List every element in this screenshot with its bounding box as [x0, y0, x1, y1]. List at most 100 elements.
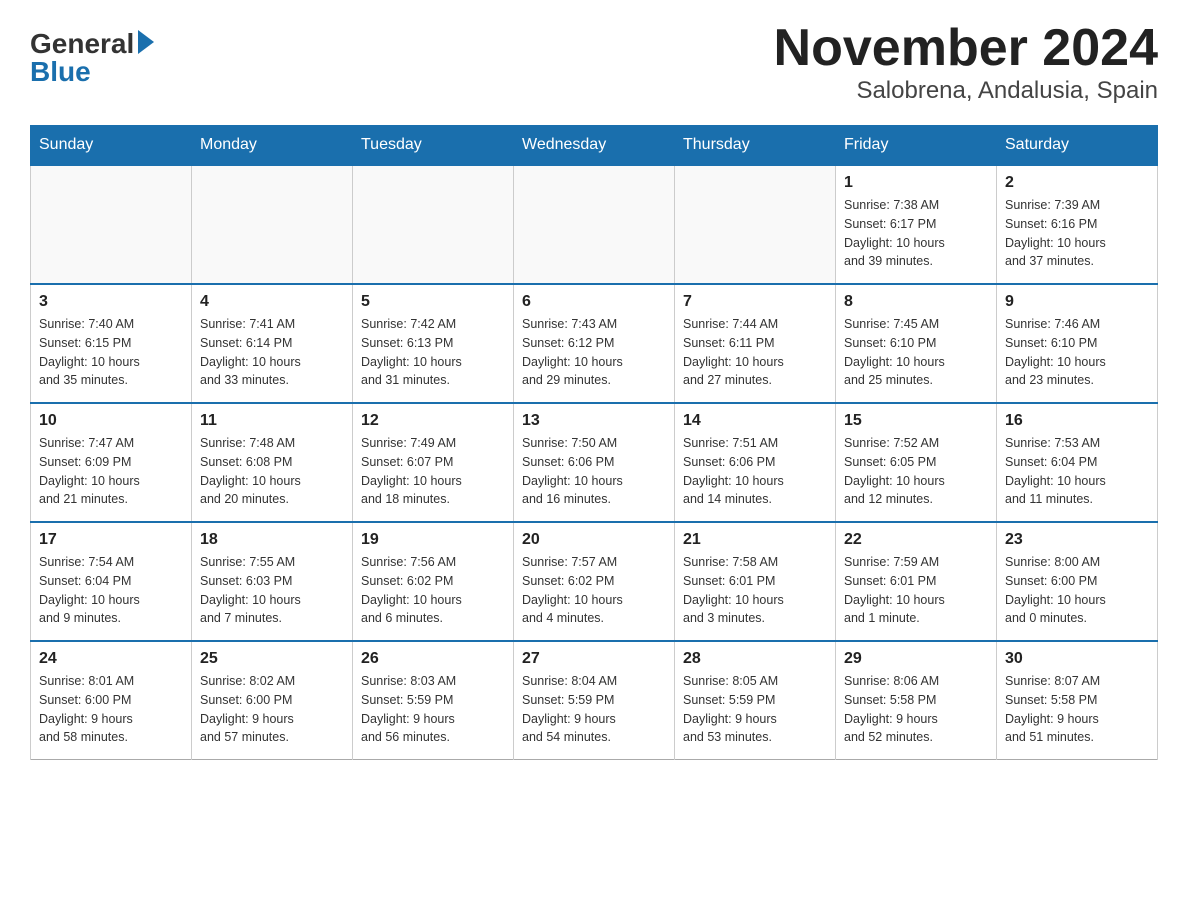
day-info: Sunrise: 7:53 AM Sunset: 6:04 PM Dayligh… — [1005, 434, 1149, 509]
calendar-cell: 18 Sunrise: 7:55 AM Sunset: 6:03 PM Dayli… — [192, 522, 353, 641]
day-info: Sunrise: 8:00 AM Sunset: 6:00 PM Dayligh… — [1005, 553, 1149, 628]
calendar-cell — [353, 165, 514, 284]
day-number: 30 — [1005, 650, 1149, 668]
day-number: 11 — [200, 412, 344, 430]
logo: General Blue — [30, 30, 154, 86]
weekday-header-sunday: Sunday — [31, 126, 192, 166]
day-number: 6 — [522, 293, 666, 311]
calendar-cell: 11 Sunrise: 7:48 AM Sunset: 6:08 PM Dayli… — [192, 403, 353, 522]
day-info: Sunrise: 8:06 AM Sunset: 5:58 PM Dayligh… — [844, 672, 988, 747]
calendar-cell: 29 Sunrise: 8:06 AM Sunset: 5:58 PM Dayli… — [836, 641, 997, 760]
logo-arrow-icon — [138, 30, 154, 54]
calendar-cell: 8 Sunrise: 7:45 AM Sunset: 6:10 PM Daylig… — [836, 284, 997, 403]
weekday-header-friday: Friday — [836, 126, 997, 166]
day-number: 15 — [844, 412, 988, 430]
calendar-cell: 9Sunrise: 7:46 AM Sunset: 6:10 PM Daylig… — [997, 284, 1158, 403]
day-number: 20 — [522, 531, 666, 549]
weekday-header-row: SundayMondayTuesdayWednesdayThursdayFrid… — [31, 126, 1158, 166]
day-number: 23 — [1005, 531, 1149, 549]
day-number: 7 — [683, 293, 827, 311]
calendar-week-row: 1 Sunrise: 7:38 AM Sunset: 6:17 PM Daylig… — [31, 165, 1158, 284]
day-number: 17 — [39, 531, 183, 549]
page-header: General Blue November 2024 Salobrena, An… — [30, 20, 1158, 105]
calendar-cell: 6 Sunrise: 7:43 AM Sunset: 6:12 PM Daylig… — [514, 284, 675, 403]
day-info: Sunrise: 7:50 AM Sunset: 6:06 PM Dayligh… — [522, 434, 666, 509]
day-info: Sunrise: 7:44 AM Sunset: 6:11 PM Dayligh… — [683, 315, 827, 390]
day-number: 19 — [361, 531, 505, 549]
day-number: 4 — [200, 293, 344, 311]
day-info: Sunrise: 8:03 AM Sunset: 5:59 PM Dayligh… — [361, 672, 505, 747]
day-number: 10 — [39, 412, 183, 430]
weekday-header-wednesday: Wednesday — [514, 126, 675, 166]
calendar-subtitle: Salobrena, Andalusia, Spain — [774, 77, 1158, 105]
calendar-cell: 28Sunrise: 8:05 AM Sunset: 5:59 PM Dayli… — [675, 641, 836, 760]
day-number: 5 — [361, 293, 505, 311]
calendar-week-row: 10 Sunrise: 7:47 AM Sunset: 6:09 PM Dayli… — [31, 403, 1158, 522]
calendar-cell — [514, 165, 675, 284]
day-info: Sunrise: 7:47 AM Sunset: 6:09 PM Dayligh… — [39, 434, 183, 509]
weekday-header-saturday: Saturday — [997, 126, 1158, 166]
day-number: 18 — [200, 531, 344, 549]
calendar-cell: 1 Sunrise: 7:38 AM Sunset: 6:17 PM Daylig… — [836, 165, 997, 284]
day-number: 25 — [200, 650, 344, 668]
weekday-header-tuesday: Tuesday — [353, 126, 514, 166]
day-info: Sunrise: 7:54 AM Sunset: 6:04 PM Dayligh… — [39, 553, 183, 628]
calendar-cell: 24Sunrise: 8:01 AM Sunset: 6:00 PM Dayli… — [31, 641, 192, 760]
calendar-week-row: 3Sunrise: 7:40 AM Sunset: 6:15 PM Daylig… — [31, 284, 1158, 403]
calendar-cell: 30 Sunrise: 8:07 AM Sunset: 5:58 PM Dayli… — [997, 641, 1158, 760]
calendar-week-row: 17 Sunrise: 7:54 AM Sunset: 6:04 PM Dayli… — [31, 522, 1158, 641]
day-info: Sunrise: 7:41 AM Sunset: 6:14 PM Dayligh… — [200, 315, 344, 390]
day-number: 12 — [361, 412, 505, 430]
day-info: Sunrise: 7:58 AM Sunset: 6:01 PM Dayligh… — [683, 553, 827, 628]
calendar-cell: 13 Sunrise: 7:50 AM Sunset: 6:06 PM Dayli… — [514, 403, 675, 522]
calendar-cell: 17 Sunrise: 7:54 AM Sunset: 6:04 PM Dayli… — [31, 522, 192, 641]
day-info: Sunrise: 8:05 AM Sunset: 5:59 PM Dayligh… — [683, 672, 827, 747]
day-number: 1 — [844, 174, 988, 192]
calendar-cell: 12 Sunrise: 7:49 AM Sunset: 6:07 PM Dayli… — [353, 403, 514, 522]
day-info: Sunrise: 7:46 AM Sunset: 6:10 PM Dayligh… — [1005, 315, 1149, 390]
calendar-cell: 5 Sunrise: 7:42 AM Sunset: 6:13 PM Daylig… — [353, 284, 514, 403]
day-info: Sunrise: 7:57 AM Sunset: 6:02 PM Dayligh… — [522, 553, 666, 628]
day-info: Sunrise: 7:38 AM Sunset: 6:17 PM Dayligh… — [844, 196, 988, 271]
day-info: Sunrise: 7:40 AM Sunset: 6:15 PM Dayligh… — [39, 315, 183, 390]
calendar-title: November 2024 — [774, 20, 1158, 77]
logo-blue-text: Blue — [30, 58, 91, 86]
day-info: Sunrise: 8:01 AM Sunset: 6:00 PM Dayligh… — [39, 672, 183, 747]
calendar-cell — [675, 165, 836, 284]
calendar-cell: 4 Sunrise: 7:41 AM Sunset: 6:14 PM Daylig… — [192, 284, 353, 403]
title-block: November 2024 Salobrena, Andalusia, Spai… — [774, 20, 1158, 105]
weekday-header-thursday: Thursday — [675, 126, 836, 166]
calendar-cell: 2Sunrise: 7:39 AM Sunset: 6:16 PM Daylig… — [997, 165, 1158, 284]
calendar-table: SundayMondayTuesdayWednesdayThursdayFrid… — [30, 125, 1158, 760]
day-number: 14 — [683, 412, 827, 430]
day-number: 22 — [844, 531, 988, 549]
weekday-header-monday: Monday — [192, 126, 353, 166]
day-number: 16 — [1005, 412, 1149, 430]
calendar-cell: 20 Sunrise: 7:57 AM Sunset: 6:02 PM Dayli… — [514, 522, 675, 641]
day-info: Sunrise: 7:43 AM Sunset: 6:12 PM Dayligh… — [522, 315, 666, 390]
day-info: Sunrise: 7:56 AM Sunset: 6:02 PM Dayligh… — [361, 553, 505, 628]
day-number: 13 — [522, 412, 666, 430]
calendar-cell: 3Sunrise: 7:40 AM Sunset: 6:15 PM Daylig… — [31, 284, 192, 403]
calendar-cell — [31, 165, 192, 284]
day-number: 29 — [844, 650, 988, 668]
calendar-cell — [192, 165, 353, 284]
calendar-cell: 23 Sunrise: 8:00 AM Sunset: 6:00 PM Dayli… — [997, 522, 1158, 641]
calendar-cell: 16 Sunrise: 7:53 AM Sunset: 6:04 PM Dayli… — [997, 403, 1158, 522]
day-info: Sunrise: 7:42 AM Sunset: 6:13 PM Dayligh… — [361, 315, 505, 390]
calendar-cell: 7 Sunrise: 7:44 AM Sunset: 6:11 PM Daylig… — [675, 284, 836, 403]
calendar-cell: 25 Sunrise: 8:02 AM Sunset: 6:00 PM Dayli… — [192, 641, 353, 760]
day-info: Sunrise: 7:39 AM Sunset: 6:16 PM Dayligh… — [1005, 196, 1149, 271]
day-info: Sunrise: 7:55 AM Sunset: 6:03 PM Dayligh… — [200, 553, 344, 628]
calendar-cell: 10 Sunrise: 7:47 AM Sunset: 6:09 PM Dayli… — [31, 403, 192, 522]
day-number: 8 — [844, 293, 988, 311]
day-number: 27 — [522, 650, 666, 668]
day-info: Sunrise: 8:07 AM Sunset: 5:58 PM Dayligh… — [1005, 672, 1149, 747]
day-info: Sunrise: 7:48 AM Sunset: 6:08 PM Dayligh… — [200, 434, 344, 509]
day-info: Sunrise: 7:49 AM Sunset: 6:07 PM Dayligh… — [361, 434, 505, 509]
day-info: Sunrise: 7:51 AM Sunset: 6:06 PM Dayligh… — [683, 434, 827, 509]
day-info: Sunrise: 8:02 AM Sunset: 6:00 PM Dayligh… — [200, 672, 344, 747]
calendar-week-row: 24Sunrise: 8:01 AM Sunset: 6:00 PM Dayli… — [31, 641, 1158, 760]
calendar-cell: 26Sunrise: 8:03 AM Sunset: 5:59 PM Dayli… — [353, 641, 514, 760]
day-info: Sunrise: 7:45 AM Sunset: 6:10 PM Dayligh… — [844, 315, 988, 390]
